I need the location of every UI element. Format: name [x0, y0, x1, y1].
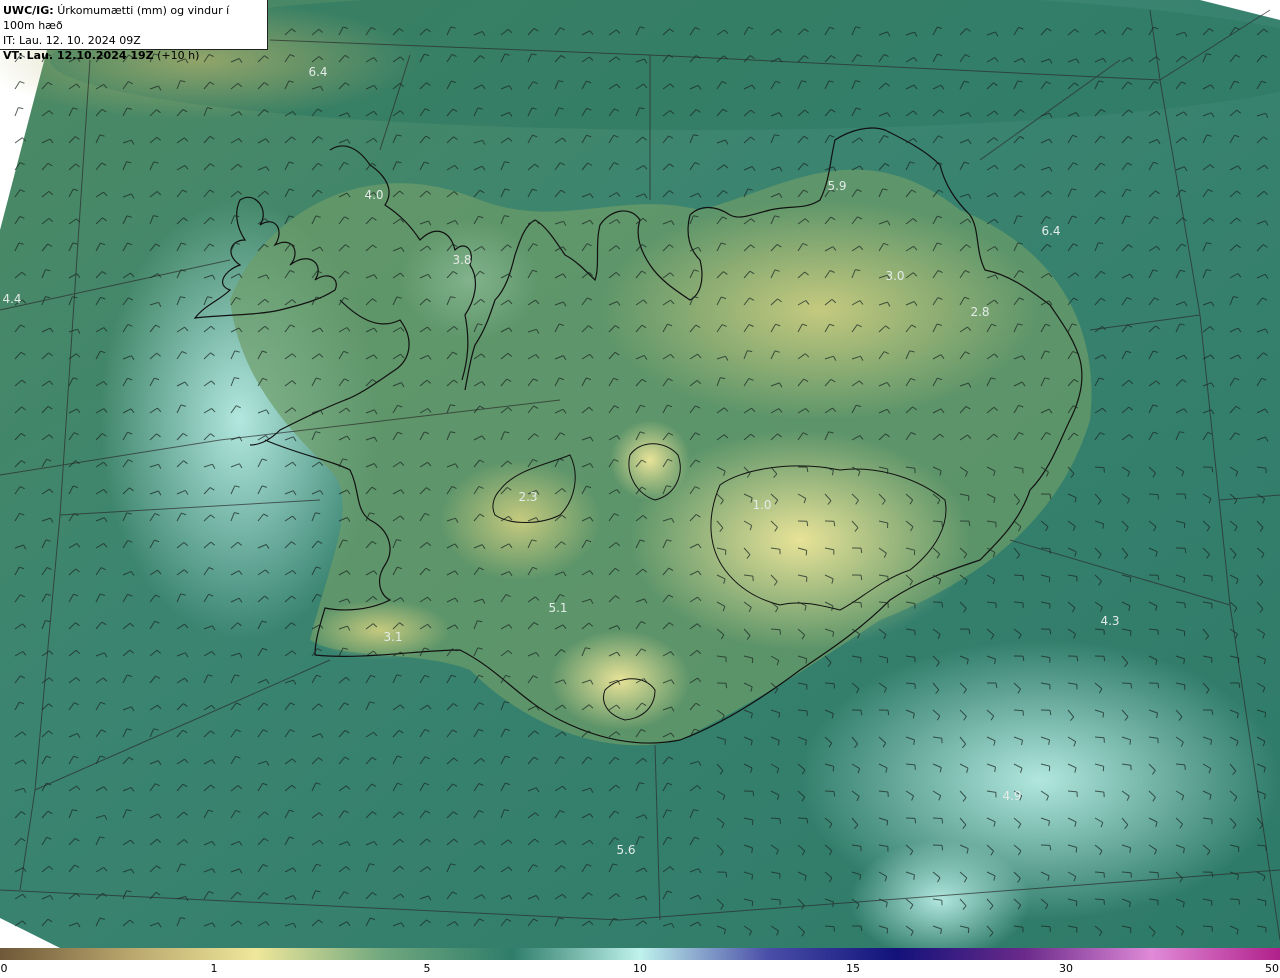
wind-barb-flag — [914, 818, 917, 824]
wind-barb-flag — [886, 820, 889, 826]
product-code: UWC/IG: — [3, 4, 54, 17]
wind-barb — [1094, 736, 1105, 739]
initial-time: IT: Lau. 12. 10. 2024 09Z — [3, 34, 141, 47]
wind-barb — [1094, 466, 1105, 469]
wind-barb — [797, 817, 808, 819]
wind-barb — [1202, 925, 1213, 928]
wind-barb-flag — [1103, 656, 1106, 662]
wind-barb — [1121, 682, 1132, 684]
precip-value-label: 4.9 — [1002, 789, 1021, 803]
wind-barb-flag — [1022, 575, 1024, 581]
wind-barb-flag — [725, 683, 728, 689]
wind-barb-flag — [751, 874, 754, 880]
wind-barb-flag — [1238, 899, 1240, 905]
color-scale-tick: 30 — [1059, 962, 1073, 975]
wind-barb — [1229, 898, 1240, 900]
wind-barb-flag — [833, 926, 835, 932]
wind-barb-flag — [833, 683, 835, 689]
wind-barb-flag — [1130, 683, 1133, 689]
forecast-offset: (+10 h) — [157, 49, 200, 62]
wind-barb-flag — [1075, 847, 1078, 853]
wind-barb-flag — [941, 818, 943, 824]
title-line: UWC/IG: Úrkomumætti (mm) og vindur í 100… — [3, 3, 264, 33]
wind-barb — [1013, 574, 1024, 577]
weather-map: 6.4 4.0 3.8 4.4 5.9 6.4 3.0 2.8 2.3 1.0 5.1 3.1 4.3 4… — [0, 0, 1280, 948]
precip-value-label: 2.8 — [970, 305, 989, 319]
color-scale-tick: 0 — [0, 962, 8, 975]
wind-barb-flag — [1211, 872, 1214, 878]
wind-barb-flag — [806, 818, 809, 824]
precip-value-label: 6.4 — [1041, 224, 1060, 238]
wind-barb-flag — [887, 710, 890, 716]
wind-barb-flag — [913, 874, 915, 880]
wind-barb-flag — [859, 874, 862, 880]
field-yellow-center — [610, 420, 690, 500]
wind-barb-flag — [1183, 577, 1186, 583]
wind-barb — [824, 682, 835, 685]
wind-barb-flag — [1049, 629, 1052, 635]
wind-barb-flag — [832, 766, 835, 772]
map-title-box: UWC/IG: Úrkomumætti (mm) og vindur í 100… — [0, 0, 268, 62]
wind-barb-flag — [1210, 739, 1212, 745]
precip-value-label: 4.0 — [364, 188, 383, 202]
wind-barb — [1013, 709, 1024, 712]
color-scale-tick: 5 — [423, 962, 431, 975]
wind-barb — [770, 628, 781, 631]
wind-barb-flag — [725, 872, 728, 878]
wind-barb-flag — [778, 712, 781, 718]
wind-barb-flag — [1211, 467, 1214, 473]
precip-value-label: 5.1 — [548, 601, 567, 615]
wind-barb-flag — [860, 602, 862, 608]
color-scale-tick: 1 — [210, 962, 218, 975]
wind-barb-flag — [779, 629, 781, 635]
color-scale-tick: 50 — [1265, 962, 1279, 975]
valid-time-line: VT: Lau. 12.10.2024 19Z (+10 h) — [3, 48, 264, 63]
precip-value-label: 3.0 — [885, 269, 904, 283]
wind-barb-flag — [1157, 494, 1159, 500]
precip-value-label: 1.0 — [752, 498, 771, 512]
precip-value-label: 3.1 — [383, 630, 402, 644]
wind-barb-flag — [1076, 656, 1079, 662]
precip-value-label: 2.3 — [518, 490, 537, 504]
wind-barb — [1121, 871, 1132, 874]
precip-value-label: 6.4 — [308, 65, 327, 79]
color-scale-tick: 15 — [846, 962, 860, 975]
wind-barb-flag — [1157, 683, 1160, 689]
precip-value-label: 4.3 — [1100, 614, 1119, 628]
field-yellow-west — [440, 460, 600, 580]
wind-barb — [824, 925, 835, 928]
wind-barb-flag — [886, 928, 889, 934]
precip-value-label: 4.4 — [2, 292, 21, 306]
color-scale-bar — [0, 948, 1280, 960]
wind-barb-flag — [752, 791, 755, 797]
wind-barb-flag — [1157, 872, 1159, 878]
wind-barb-flag — [941, 845, 944, 851]
wind-barb-flag — [805, 550, 808, 556]
precip-value-label: 3.8 — [452, 253, 471, 267]
wind-barb-flag — [1264, 712, 1267, 718]
wind-barb — [932, 817, 943, 819]
wind-barb-flag — [1129, 739, 1132, 745]
wind-barb — [1148, 493, 1159, 496]
wind-barb-flag — [941, 602, 944, 608]
wind-barb — [1148, 871, 1159, 874]
color-scale-tick: 10 — [633, 962, 647, 975]
wind-barb-flag — [1102, 712, 1105, 718]
field-yellow-south — [550, 630, 690, 730]
wind-barb-flag — [1129, 847, 1132, 853]
wind-barb — [851, 601, 862, 604]
wind-barb-flag — [833, 791, 836, 797]
valid-time: VT: Lau. 12.10.2024 19Z — [3, 49, 154, 62]
wind-barb — [824, 790, 835, 792]
wind-barb-flag — [833, 521, 836, 527]
precip-value-label: 5.9 — [827, 179, 846, 193]
wind-barb-flag — [1049, 845, 1052, 851]
wind-barb-flag — [806, 521, 809, 527]
wind-barb-flag — [751, 901, 754, 907]
wind-barb-flag — [805, 658, 808, 664]
precip-value-label: 5.6 — [616, 843, 635, 857]
